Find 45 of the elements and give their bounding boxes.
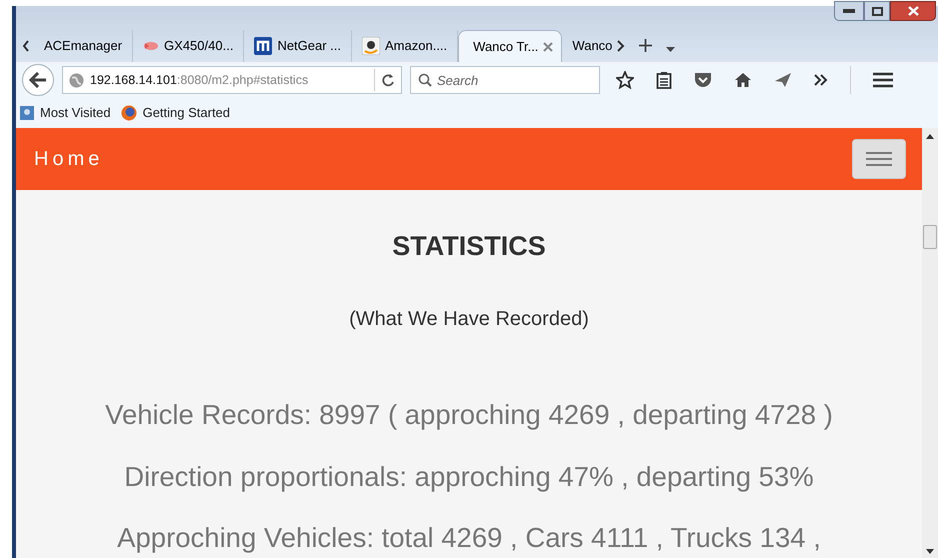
statistics-line: Direction proportionals: approching 47% , departing 53% <box>124 460 814 494</box>
menu-icon[interactable] <box>873 72 893 88</box>
star-icon[interactable] <box>616 71 634 89</box>
bookmark-link[interactable]: Most Visited <box>40 103 111 123</box>
new-tab-icon[interactable] <box>639 39 652 52</box>
page-icon <box>20 106 34 120</box>
scroll-thumb[interactable] <box>923 225 937 249</box>
pocket-icon[interactable] <box>694 72 712 88</box>
close-button[interactable] <box>890 1 936 21</box>
paper-plane-icon[interactable] <box>774 72 792 88</box>
scroll-up-icon[interactable] <box>926 134 934 139</box>
menu-icon <box>866 150 892 167</box>
page-subtitle: (What We Have Recorded) <box>349 307 589 332</box>
page-title: STATISTICS <box>392 230 546 263</box>
overflow-icon[interactable] <box>814 74 828 86</box>
logo-icon <box>254 37 272 55</box>
bookmark-link[interactable]: Getting Started <box>142 103 230 123</box>
smile-logo-icon <box>362 37 380 55</box>
reading-list-icon[interactable] <box>656 71 672 89</box>
back-button[interactable] <box>22 64 54 96</box>
address-bar[interactable]: 192.168.14.101:8080/m2.php#statistics <box>62 66 402 94</box>
back-arrow-icon <box>29 72 47 88</box>
browser-tab[interactable]: Wanco Tr... <box>458 30 562 62</box>
globe-icon <box>120 105 137 121</box>
reload-icon[interactable] <box>381 73 395 87</box>
close-icon <box>908 6 918 16</box>
search-field[interactable]: Search <box>410 66 600 94</box>
scroll-right-icon[interactable] <box>616 40 626 52</box>
minimize-icon <box>843 9 855 13</box>
close-tab-icon[interactable] <box>543 42 554 52</box>
statistics-line: Vehicle Records: 8997 ( approching 4269 , departing 4728 ) <box>105 398 833 432</box>
maximize-button[interactable] <box>864 1 890 21</box>
dropdown-icon[interactable] <box>666 47 676 52</box>
maximize-icon <box>872 6 882 16</box>
scroll-left-icon[interactable] <box>22 40 30 52</box>
menu-toggle-button[interactable] <box>852 138 906 179</box>
home-icon[interactable] <box>734 72 752 88</box>
bird-icon <box>143 40 160 52</box>
minimize-button[interactable] <box>834 1 864 21</box>
url-text: 192.168.14.101:8080/m2.php#statistics <box>90 72 310 89</box>
scrollbar[interactable] <box>922 128 938 558</box>
browser-tab[interactable]: Wanco <box>562 30 612 62</box>
statistics-line: Approching Vehicles: total 4269 , Cars 4111 , Trucks 134 , <box>117 520 821 555</box>
scroll-down-icon[interactable] <box>926 549 934 554</box>
globe-icon <box>69 72 84 88</box>
